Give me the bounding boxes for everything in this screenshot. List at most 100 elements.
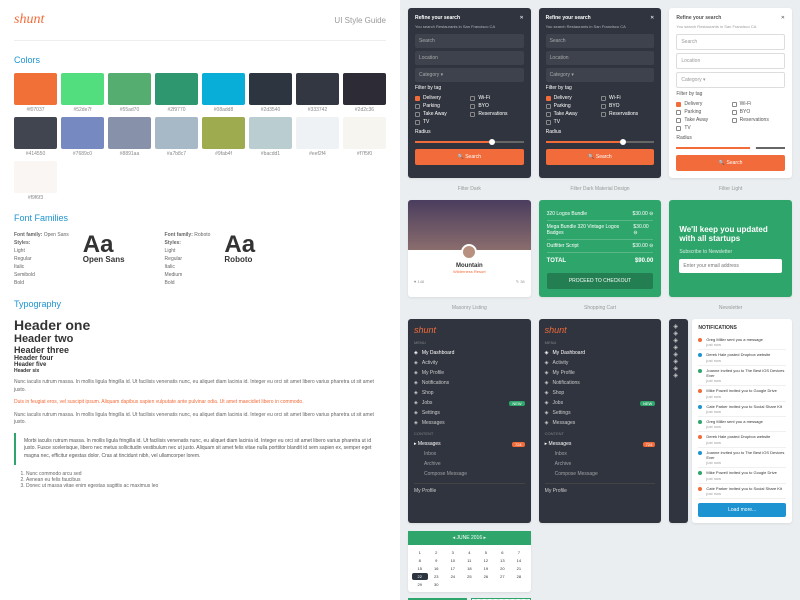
calendar-day[interactable]: 12 bbox=[478, 557, 494, 564]
notification-item[interactable]: Joanne invited you to The Best iOS Devic… bbox=[698, 366, 786, 387]
menu-footer[interactable]: My Profile bbox=[414, 483, 525, 496]
comments[interactable]: ✎ 38 bbox=[516, 279, 525, 284]
calendar-day[interactable]: 26 bbox=[478, 573, 494, 580]
calendar-day[interactable]: 7 bbox=[511, 549, 527, 556]
menu-subitem[interactable]: Archive bbox=[414, 459, 525, 469]
email-input[interactable] bbox=[679, 259, 782, 273]
location-input[interactable]: Location bbox=[676, 53, 785, 69]
filter-tag[interactable]: Parking bbox=[415, 103, 468, 109]
menu-item[interactable]: ◈Messages bbox=[545, 418, 656, 428]
calendar-day[interactable]: 24 bbox=[445, 573, 461, 580]
search-button[interactable]: 🔍 Search bbox=[415, 149, 524, 165]
filter-tag[interactable]: TV bbox=[676, 125, 729, 131]
menu-item[interactable]: ◈Messages bbox=[414, 418, 525, 428]
calendar-day[interactable]: 8 bbox=[412, 557, 428, 564]
calendar-day[interactable]: 10 bbox=[445, 557, 461, 564]
calendar-day[interactable]: 20 bbox=[495, 565, 511, 572]
calendar-day[interactable]: 28 bbox=[511, 573, 527, 580]
radius-slider[interactable] bbox=[415, 141, 524, 143]
menu-footer[interactable]: My Profile bbox=[545, 483, 656, 496]
filter-tag[interactable]: TV bbox=[546, 119, 599, 125]
menu-item[interactable]: ◈Shop bbox=[414, 388, 525, 398]
filter-tag[interactable]: Delivery bbox=[546, 95, 599, 101]
calendar-day[interactable]: 16 bbox=[429, 565, 445, 572]
calendar-day[interactable]: 6 bbox=[495, 549, 511, 556]
close-icon[interactable]: ✕ bbox=[650, 15, 654, 21]
location-input[interactable]: Location bbox=[546, 51, 655, 65]
menu-item[interactable]: ◈JobsNEW bbox=[545, 398, 656, 408]
search-button[interactable]: 🔍 Search bbox=[546, 149, 655, 165]
calendar-day[interactable]: 14 bbox=[511, 557, 527, 564]
category-select[interactable]: Category ▾ bbox=[546, 68, 655, 82]
menu-subitem[interactable]: Compose Message bbox=[414, 469, 525, 479]
close-icon[interactable]: ✕ bbox=[781, 15, 785, 21]
menu-item[interactable]: ◈Notifications bbox=[545, 378, 656, 388]
menu-item[interactable]: ◈Activity bbox=[545, 358, 656, 368]
calendar-day[interactable]: 19 bbox=[478, 565, 494, 572]
calendar-day[interactable]: 25 bbox=[462, 573, 478, 580]
filter-tag[interactable]: Reservations bbox=[732, 117, 785, 123]
filter-tag[interactable]: Delivery bbox=[676, 101, 729, 107]
notification-item[interactable]: Derek Hale posted Dropbox websitejust no… bbox=[698, 432, 786, 447]
menu-item[interactable]: ◈Notifications bbox=[414, 378, 525, 388]
menu-item[interactable]: ◈My Dashboard bbox=[545, 348, 656, 358]
menu-item[interactable]: ◈My Profile bbox=[414, 368, 525, 378]
filter-tag[interactable]: TV bbox=[415, 119, 468, 125]
masonry-card[interactable]: MountainWilderness Resort♥ 148✎ 38 bbox=[408, 200, 531, 297]
calendar-day[interactable]: 5 bbox=[478, 549, 494, 556]
calendar-day[interactable]: 1 bbox=[412, 549, 428, 556]
menu-item[interactable]: ◈Activity bbox=[414, 358, 525, 368]
menu-item[interactable]: ◈Settings bbox=[414, 408, 525, 418]
calendar-day[interactable]: 27 bbox=[495, 573, 511, 580]
close-icon[interactable]: ✕ bbox=[519, 15, 523, 21]
search-button[interactable]: 🔍 Search bbox=[676, 155, 785, 171]
filter-tag[interactable]: Parking bbox=[676, 109, 729, 115]
menu-item[interactable]: ◈JobsNEW bbox=[414, 398, 525, 408]
search-input[interactable]: Search bbox=[415, 34, 524, 48]
menu-item[interactable]: ▸ Messages724 bbox=[414, 439, 525, 449]
calendar-day[interactable]: 17 bbox=[445, 565, 461, 572]
filter-tag[interactable]: Take Away bbox=[546, 111, 599, 117]
notification-item[interactable]: Cate Parker invited you to Social Share … bbox=[698, 484, 786, 499]
calendar-day[interactable]: 30 bbox=[429, 581, 445, 588]
calendar-day[interactable]: 13 bbox=[495, 557, 511, 564]
category-select[interactable]: Category ▾ bbox=[676, 72, 785, 88]
notification-item[interactable]: Derek Hale posted Dropbox websitejust no… bbox=[698, 350, 786, 365]
menu-item[interactable]: ◈Settings bbox=[545, 408, 656, 418]
notification-item[interactable]: Joanne invited you to The Best iOS Devic… bbox=[698, 448, 786, 469]
menu-item[interactable]: ◈My Profile bbox=[545, 368, 656, 378]
calendar-day[interactable]: 4 bbox=[462, 549, 478, 556]
calendar-day[interactable]: 3 bbox=[445, 549, 461, 556]
menu-subitem[interactable]: Archive bbox=[545, 459, 656, 469]
menu-subitem[interactable]: Compose Message bbox=[545, 469, 656, 479]
calendar-day[interactable]: 18 bbox=[462, 565, 478, 572]
menu-item[interactable]: ◈Shop bbox=[545, 388, 656, 398]
calendar-day[interactable]: 2 bbox=[429, 549, 445, 556]
search-input[interactable]: Search bbox=[546, 34, 655, 48]
calendar-day[interactable]: 9 bbox=[429, 557, 445, 564]
calendar-day[interactable]: 15 bbox=[412, 565, 428, 572]
filter-tag[interactable]: Wi-Fi bbox=[601, 95, 654, 101]
menu-subitem[interactable]: Inbox bbox=[545, 449, 656, 459]
notification-item[interactable]: Mike Powell invited you to Google Drivej… bbox=[698, 386, 786, 401]
calendar-day[interactable]: 23 bbox=[429, 573, 445, 580]
filter-tag[interactable]: Take Away bbox=[676, 117, 729, 123]
checkout-button[interactable]: PROCEED TO CHECKOUT bbox=[547, 273, 654, 289]
filter-tag[interactable]: Reservations bbox=[601, 111, 654, 117]
filter-tag[interactable]: Wi-Fi bbox=[470, 95, 523, 101]
filter-tag[interactable]: BYO bbox=[470, 103, 523, 109]
calendar-day[interactable]: 29 bbox=[412, 581, 428, 588]
menu-item[interactable]: ▸ Messages724 bbox=[545, 439, 656, 449]
load-more-button[interactable]: Load more... bbox=[698, 503, 786, 517]
filter-tag[interactable]: Delivery bbox=[415, 95, 468, 101]
notification-item[interactable]: Greg Miller sent you a messagejust now bbox=[698, 335, 786, 350]
notification-item[interactable]: Cate Parker invited you to Social Share … bbox=[698, 402, 786, 417]
category-select[interactable]: Category ▾ bbox=[415, 68, 524, 82]
calendar-day[interactable]: 11 bbox=[462, 557, 478, 564]
filter-tag[interactable]: BYO bbox=[601, 103, 654, 109]
filter-tag[interactable]: Take Away bbox=[415, 111, 468, 117]
filter-tag[interactable]: Parking bbox=[546, 103, 599, 109]
location-input[interactable]: Location bbox=[415, 51, 524, 65]
menu-item[interactable]: ◈My Dashboard bbox=[414, 348, 525, 358]
likes[interactable]: ♥ 148 bbox=[414, 279, 424, 284]
